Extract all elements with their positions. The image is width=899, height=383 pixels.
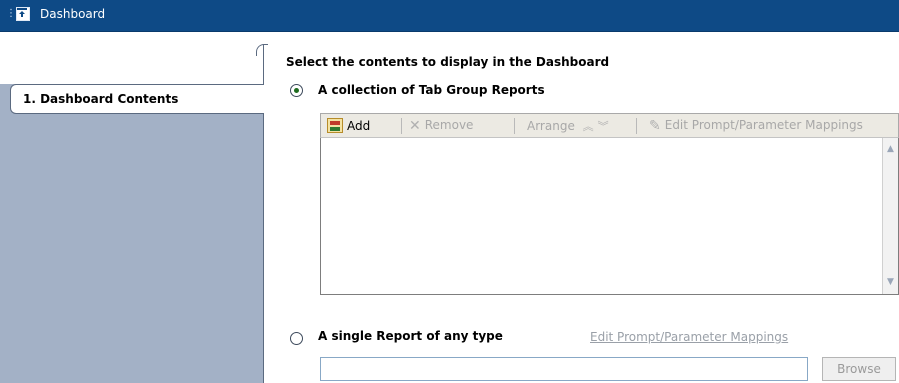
move-down-icon[interactable]: ︾ xyxy=(598,120,609,133)
browse-button[interactable]: Browse xyxy=(822,357,896,381)
move-up-icon[interactable]: ︽ xyxy=(583,120,594,133)
tab-corner-decoration xyxy=(256,44,268,56)
panel-divider xyxy=(263,44,264,84)
single-report-radio[interactable] xyxy=(290,332,303,345)
add-button[interactable]: Add xyxy=(327,118,370,133)
dashboard-app-icon xyxy=(16,7,30,21)
toolbar-separator xyxy=(514,118,515,134)
collection-option-label[interactable]: A collection of Tab Group Reports xyxy=(318,83,545,97)
add-label: Add xyxy=(347,119,371,133)
arrange-label: Arrange xyxy=(527,119,575,133)
tab-group-reports-list[interactable]: ▲ ▼ xyxy=(320,138,899,295)
window-titlebar: ⋮ Dashboard xyxy=(0,0,899,32)
pencil-icon: ✎ xyxy=(649,118,661,134)
window-title: Dashboard xyxy=(40,7,106,21)
grip-icon: ⋮ xyxy=(6,8,16,19)
remove-label: Remove xyxy=(424,118,474,132)
panel-divider-lower xyxy=(263,114,264,383)
single-report-option-label[interactable]: A single Report of any type xyxy=(318,329,503,343)
scroll-down-icon[interactable]: ▼ xyxy=(885,277,896,288)
wizard-step-label: 1. Dashboard Contents xyxy=(23,92,179,106)
wizard-steps-header xyxy=(0,32,264,84)
remove-icon: ✕ xyxy=(409,118,421,134)
add-report-icon xyxy=(327,118,343,133)
remove-button[interactable]: ✕ Remove xyxy=(409,118,473,134)
edit-mappings-button[interactable]: ✎ Edit Prompt/Parameter Mappings xyxy=(649,118,863,134)
report-path-input[interactable] xyxy=(320,357,808,381)
content-heading: Select the contents to display in the Da… xyxy=(286,55,610,69)
collection-radio[interactable] xyxy=(290,84,303,97)
toolbar-separator xyxy=(636,118,637,134)
arrange-button[interactable]: Arrange ︽ ︾ xyxy=(527,118,609,134)
wizard-step-dashboard-contents[interactable]: 1. Dashboard Contents xyxy=(10,84,264,114)
list-scrollbar[interactable]: ▲ ▼ xyxy=(882,138,898,294)
reports-toolbar: Add ✕ Remove Arrange ︽ ︾ ✎ Edit Prompt/Para… xyxy=(320,113,899,138)
edit-mappings-label: Edit Prompt/Parameter Mappings xyxy=(664,118,863,132)
single-edit-mappings-link[interactable]: Edit Prompt/Parameter Mappings xyxy=(590,330,788,344)
toolbar-separator xyxy=(401,118,402,134)
scroll-up-icon[interactable]: ▲ xyxy=(885,144,896,155)
